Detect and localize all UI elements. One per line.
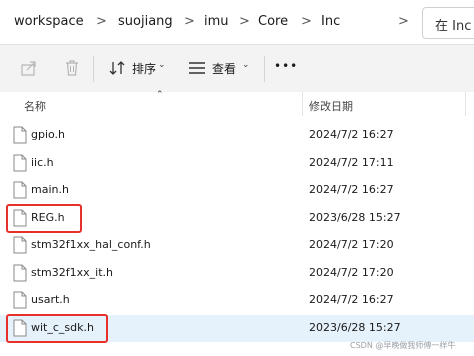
file-modified-date: 2024/7/2 16:27 [309,293,394,306]
file-modified-date: 2023/6/28 15:27 [309,210,401,224]
delete-icon[interactable] [63,59,81,77]
more-options-button[interactable]: ••• [274,59,298,79]
file-modified-date: 2024/7/2 16:27 [309,183,394,196]
file-name: iic.h [31,155,54,169]
breadcrumb-suojiang[interactable]: suojiang [118,14,173,29]
file-row[interactable]: main.h 2024/7/2 16:27 [0,177,474,204]
file-icon [13,236,27,254]
column-header-row: ⌃ 名称 修改日期 [0,90,474,118]
column-divider[interactable] [302,92,303,116]
file-row[interactable]: stm32f1xx_hal_conf.h 2024/7/2 17:20 [0,232,474,259]
column-divider[interactable] [465,92,466,116]
breadcrumb-workspace[interactable]: workspace [14,14,84,29]
file-modified-date: 2023/6/28 15:27 [309,320,401,334]
search-box[interactable]: 在 Inc [422,7,474,39]
chevron-down-icon: ⌄ [242,60,250,70]
file-name: stm32f1xx_it.h [31,265,113,279]
chevron-right-icon[interactable]: > [239,14,250,29]
toolbar-divider [93,56,94,82]
sort-label: 排序 [132,62,157,76]
sort-button[interactable]: 排序 ⌄ [108,59,170,79]
view-button[interactable]: 查看 ⌄ [188,59,260,79]
breadcrumb-inc[interactable]: Inc [321,14,340,29]
file-name: gpio.h [31,128,66,141]
breadcrumb-core[interactable]: Core [258,14,288,29]
share-icon[interactable] [20,59,38,77]
file-icon [13,154,27,171]
file-row[interactable]: usart.h 2024/7/2 16:27 [0,287,474,314]
view-icon [189,62,205,74]
file-row[interactable]: stm32f1xx_it.h 2024/7/2 17:20 [0,260,474,287]
file-name: usart.h [31,293,70,306]
file-modified-date: 2024/7/2 17:20 [309,238,394,251]
chevron-down-icon: ⌄ [158,60,166,70]
chevron-right-icon[interactable]: > [184,14,195,29]
address-bar[interactable]: workspace > suojiang > imu > Core > Inc … [0,0,474,45]
file-name: stm32f1xx_hal_conf.h [31,238,151,251]
sort-icon [109,61,125,75]
file-icon [13,126,27,144]
file-name: main.h [31,183,69,196]
sort-ascending-icon: ⌃ [156,90,164,100]
chevron-right-icon[interactable]: > [96,14,107,29]
file-row[interactable]: iic.h 2024/7/2 17:11 [0,150,474,177]
search-placeholder: 在 Inc [435,19,472,34]
chevron-right-icon[interactable]: > [398,14,409,29]
file-modified-date: 2024/7/2 16:27 [309,128,394,141]
chevron-right-icon[interactable]: > [301,14,312,29]
column-header-modified[interactable]: 修改日期 [309,98,353,114]
highlight-annotation-box [6,203,82,233]
file-modified-date: 2024/7/2 17:20 [309,265,394,279]
file-icon [13,181,27,199]
toolbar-divider [264,56,265,82]
file-icon [13,264,27,281]
file-list: ⌃ 名称 修改日期 gpio.h 2024/7/2 16:27 iic.h 2024/… [0,90,474,356]
watermark: CSDN @早晚做我师傅一样牛 [350,341,456,350]
breadcrumb-imu[interactable]: imu [204,14,229,29]
file-row[interactable]: gpio.h 2024/7/2 16:27 [0,122,474,149]
file-icon [13,291,27,309]
view-label: 查看 [212,62,237,76]
column-header-name[interactable]: 名称 [24,98,46,114]
highlight-annotation-box [6,313,108,343]
file-modified-date: 2024/7/2 17:11 [309,155,394,169]
